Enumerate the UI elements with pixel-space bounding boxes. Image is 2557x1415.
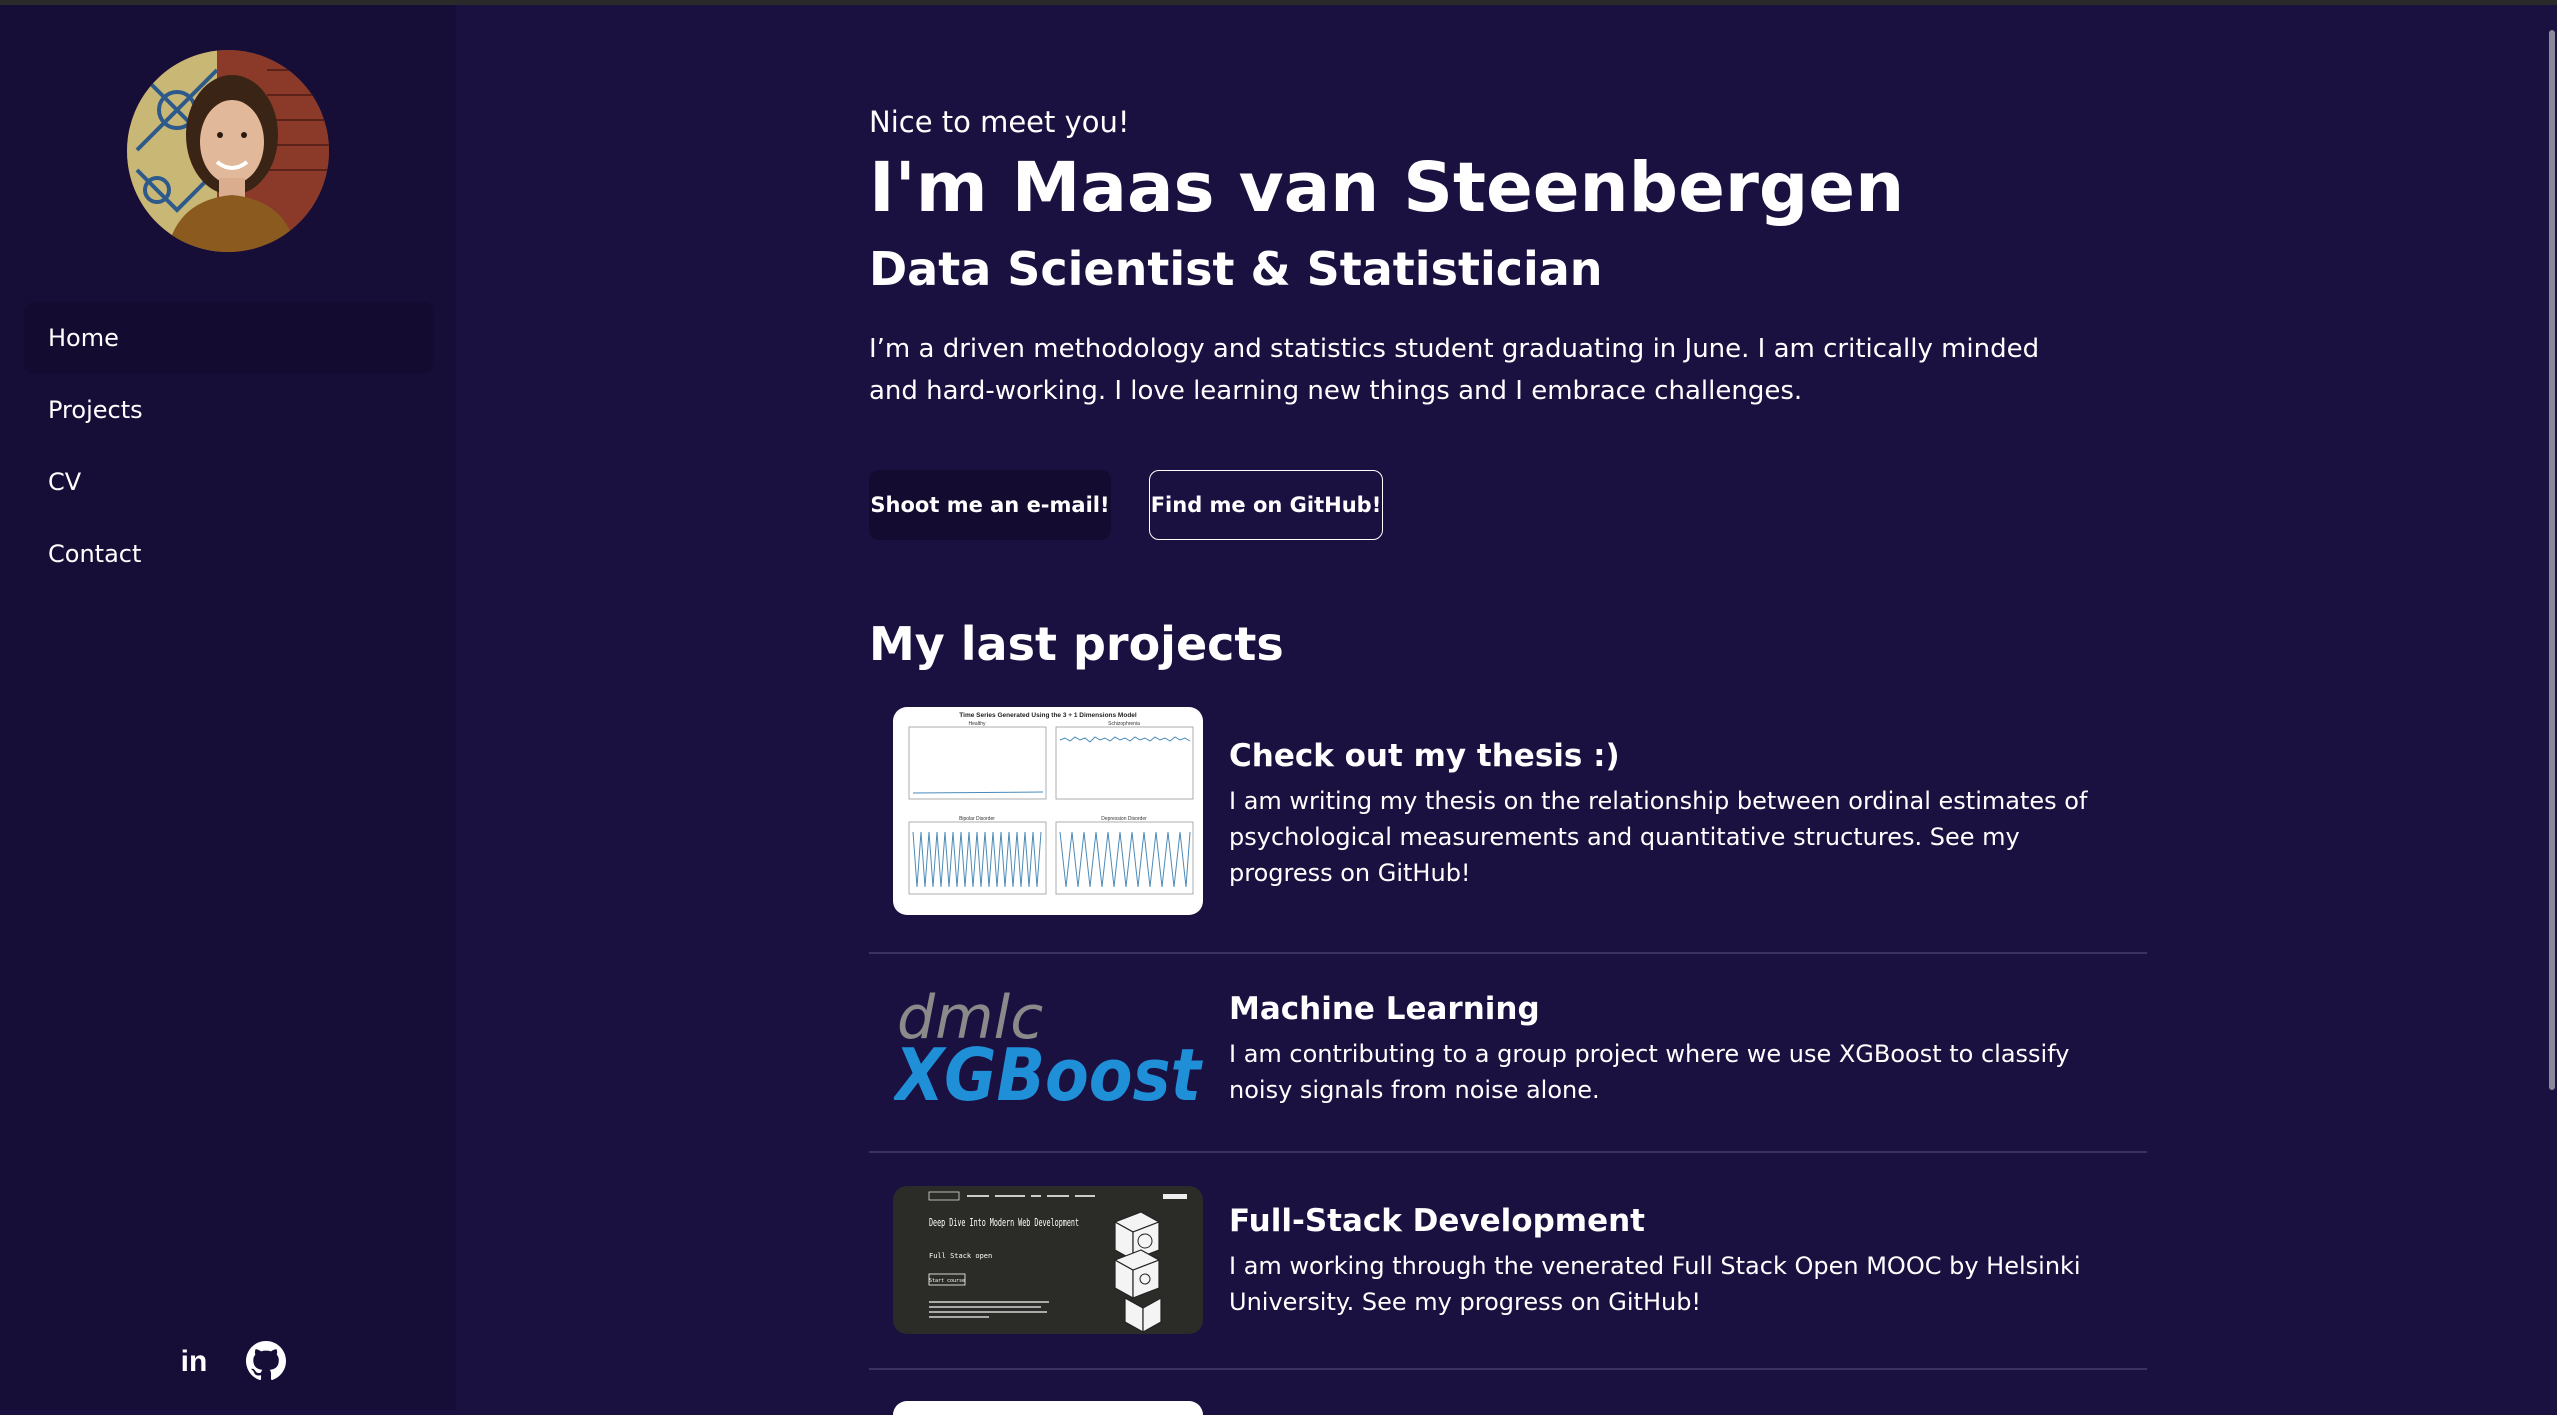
nav-item-home[interactable]: Home xyxy=(24,302,434,374)
project-title[interactable]: Machine Learning xyxy=(1229,991,1540,1027)
thumb-heading: Deep Dive Into Modern Web Development xyxy=(929,1216,1079,1229)
linkedin-icon[interactable]: in xyxy=(174,1341,214,1381)
avatar-photo xyxy=(127,50,329,252)
project-thumbnail-next xyxy=(893,1401,1203,1415)
thumb-panel-label: Depression Disorder xyxy=(1101,816,1147,822)
thumb-panel-label: Schizophrenia xyxy=(1108,721,1140,727)
nav-item-cv[interactable]: CV xyxy=(24,446,434,518)
project-description: I am working through the venerated Full … xyxy=(1229,1252,2081,1316)
thumb-sub: Full Stack open xyxy=(929,1252,992,1260)
thumb-panel-label: Healthy xyxy=(969,721,986,727)
project-description: I am contributing to a group project whe… xyxy=(1229,1040,2070,1104)
projects-section-title: My last projects xyxy=(869,617,1284,671)
project-title[interactable]: Full-Stack Development xyxy=(1229,1203,1645,1239)
avatar xyxy=(127,50,329,252)
thumb-button: Start course xyxy=(929,1278,965,1284)
linkedin-label: in xyxy=(181,1345,208,1378)
project-card-ml[interactable]: dmlc XGBoost Machine Learning I am contr… xyxy=(869,952,2147,1153)
role-subtitle: Data Scientist & Statistician xyxy=(869,242,1603,296)
social-links: in xyxy=(170,1341,290,1391)
project-thumbnail-thesis: Time Series Generated Using the 3 + 1 Di… xyxy=(893,707,1203,915)
nav-item-projects[interactable]: Projects xyxy=(24,374,434,446)
github-button[interactable]: Find me on GitHub! xyxy=(1149,470,1383,540)
nav-item-contact[interactable]: Contact xyxy=(24,518,434,590)
email-button[interactable]: Shoot me an e-mail! xyxy=(869,470,1111,540)
thumb-panel-label: Bipolar Disorder xyxy=(959,816,995,822)
intro-text: I’m a driven methodology and statistics … xyxy=(869,334,2040,406)
project-title[interactable]: Check out my thesis :) xyxy=(1229,738,1620,774)
project-card-thesis[interactable]: Time Series Generated Using the 3 + 1 Di… xyxy=(869,698,2147,954)
scrollbar-thumb[interactable] xyxy=(2549,30,2555,1090)
project-description: I am writing my thesis on the relationsh… xyxy=(1229,787,2088,887)
sidebar: Home Projects CV Contact in xyxy=(0,5,456,1410)
thumb-chart-title: Time Series Generated Using the 3 + 1 Di… xyxy=(959,712,1137,719)
project-thumbnail-fullstack: Deep Dive Into Modern Web Development Fu… xyxy=(893,1186,1203,1334)
project-thumbnail-xgboost: dmlc XGBoost xyxy=(893,978,1203,1108)
greeting: Nice to meet you! xyxy=(869,105,1130,139)
page-title: I'm Maas van Steenbergen xyxy=(869,148,1905,228)
github-icon[interactable] xyxy=(246,1341,286,1381)
scrollbar[interactable] xyxy=(2547,5,2557,1410)
main-nav: Home Projects CV Contact xyxy=(24,302,434,590)
xgboost-logo-bottom: XGBoost xyxy=(893,1033,1203,1108)
project-card-fullstack[interactable]: Deep Dive Into Modern Web Development Fu… xyxy=(869,1151,2147,1370)
